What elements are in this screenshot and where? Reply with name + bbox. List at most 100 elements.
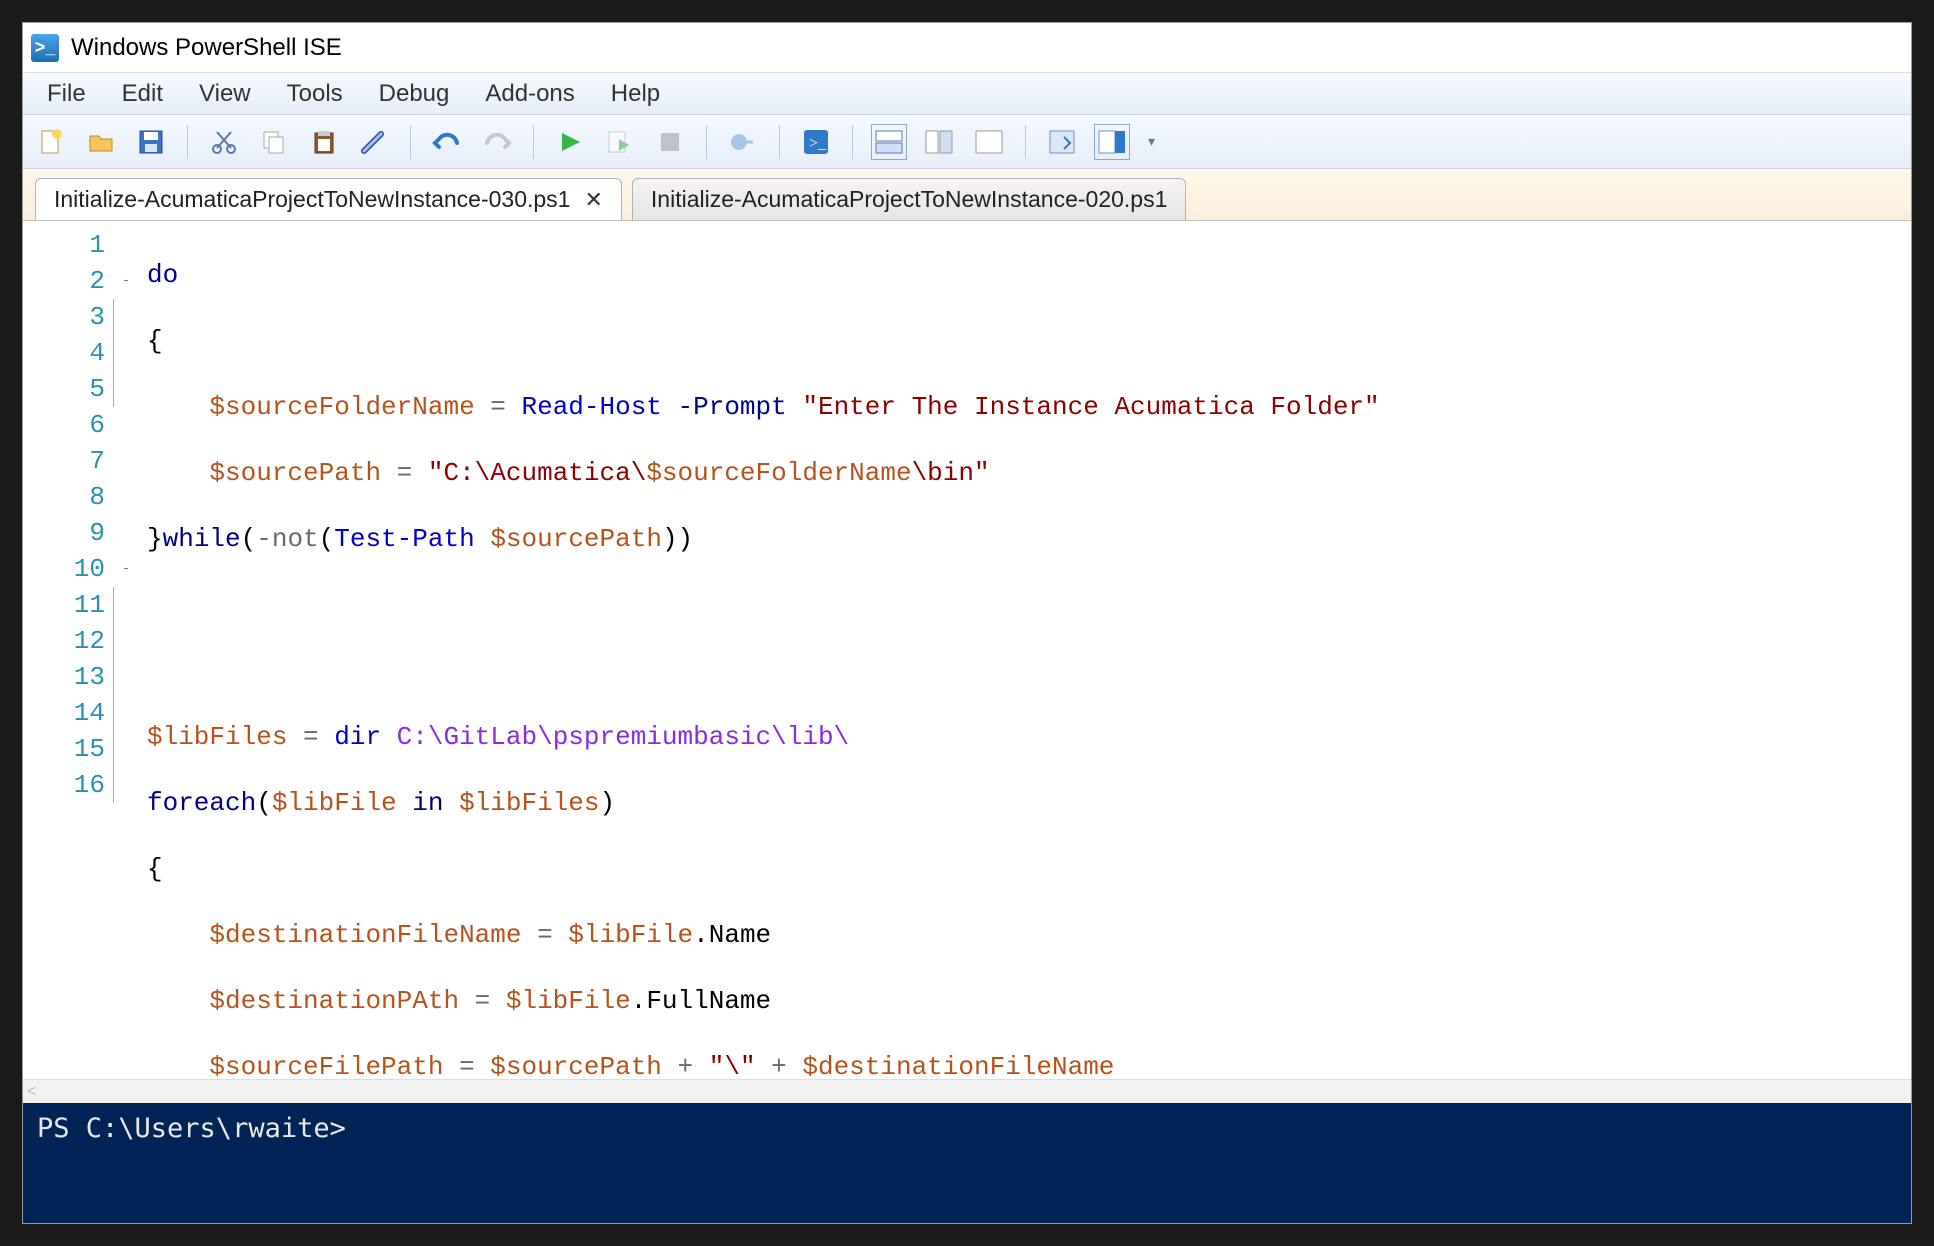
line-number: 14	[23, 695, 105, 731]
horizontal-scrollbar[interactable]: <	[23, 1079, 1911, 1103]
code-token: {	[147, 326, 163, 356]
menu-file[interactable]: File	[33, 76, 100, 112]
toolbar: >_ ▾	[23, 115, 1911, 169]
tab-inactive-label: Initialize-AcumaticaProjectToNewInstance…	[651, 186, 1167, 213]
code-token: $sourcePath	[209, 458, 381, 488]
ise-window: >_ Windows PowerShell ISE File Edit View…	[22, 22, 1912, 1224]
menu-debug[interactable]: Debug	[365, 76, 464, 112]
undo-icon[interactable]	[429, 124, 465, 160]
stop-icon[interactable]	[652, 124, 688, 160]
code-token: Read-Host	[521, 392, 661, 422]
paste-icon[interactable]	[306, 124, 342, 160]
line-number: 16	[23, 767, 105, 803]
fold-column: - -	[113, 221, 139, 1079]
code-token: $destinationPAth	[209, 986, 459, 1016]
line-number: 8	[23, 479, 105, 515]
code-token: (	[319, 524, 335, 554]
powershell-remote-icon[interactable]: >_	[798, 124, 834, 160]
breakpoint-icon[interactable]	[725, 124, 761, 160]
layout-split-icon[interactable]	[871, 124, 907, 160]
code-token: $sourceFolderName	[209, 392, 474, 422]
script-editor[interactable]: 1 2 3 4 5 6 7 8 9 10 11 12 13 14 15 16 -…	[23, 221, 1911, 1079]
line-number: 12	[23, 623, 105, 659]
code-token: =	[475, 392, 522, 422]
line-number: 9	[23, 515, 105, 551]
tab-strip: Initialize-AcumaticaProjectToNewInstance…	[23, 169, 1911, 221]
code-token: Name	[709, 920, 771, 950]
new-file-icon[interactable]	[33, 124, 69, 160]
console-prompt: PS C:\Users\rwaite>	[37, 1113, 346, 1144]
redo-icon[interactable]	[479, 124, 515, 160]
code-token: do	[147, 260, 178, 290]
toolbar-overflow-icon[interactable]: ▾	[1148, 133, 1155, 150]
line-gutter: 1 2 3 4 5 6 7 8 9 10 11 12 13 14 15 16	[23, 221, 113, 1079]
save-icon[interactable]	[133, 124, 169, 160]
code-token: $destinationFileName	[209, 920, 521, 950]
code-token: =	[521, 920, 568, 950]
layout-side-icon[interactable]	[921, 124, 957, 160]
code-token: "Enter The Instance Acumatica Folder"	[802, 392, 1379, 422]
open-folder-icon[interactable]	[83, 124, 119, 160]
code-token: in	[397, 788, 459, 818]
code-token: foreach	[147, 788, 256, 818]
tab-inactive[interactable]: Initialize-AcumaticaProjectToNewInstance…	[632, 178, 1186, 220]
code-token: $libFiles	[147, 722, 287, 752]
code-token: -Prompt	[662, 392, 802, 422]
code-token: .	[631, 986, 647, 1016]
menu-help[interactable]: Help	[597, 76, 674, 112]
code-token: $sourcePath	[490, 524, 662, 554]
code-token: FullName	[646, 986, 771, 1016]
code-token: $destinationFileName	[802, 1052, 1114, 1079]
cut-icon[interactable]	[206, 124, 242, 160]
code-token: $libFiles	[459, 788, 599, 818]
line-number: 11	[23, 587, 105, 623]
tab-close-icon[interactable]: ✕	[584, 187, 602, 213]
menu-tools[interactable]: Tools	[273, 76, 357, 112]
console-pane[interactable]: PS C:\Users\rwaite>	[23, 1103, 1911, 1223]
menu-bar: File Edit View Tools Debug Add-ons Help	[23, 73, 1911, 115]
layout-console-icon[interactable]	[971, 124, 1007, 160]
code-token: C:\GitLab\pspremiumbasic\lib\	[397, 722, 849, 752]
toolbar-separator	[706, 125, 707, 159]
show-command-icon[interactable]	[1044, 124, 1080, 160]
powershell-app-icon: >_	[31, 34, 59, 62]
code-token: (	[256, 788, 272, 818]
toolbar-separator	[533, 125, 534, 159]
toolbar-separator	[852, 125, 853, 159]
code-token: "\"	[709, 1052, 756, 1079]
run-selection-icon[interactable]	[602, 124, 638, 160]
line-number: 10	[23, 551, 105, 587]
title-bar: >_ Windows PowerShell ISE	[23, 23, 1911, 73]
command-addon-icon[interactable]	[1094, 124, 1130, 160]
code-token: \bin"	[912, 458, 990, 488]
code-token: =	[459, 986, 506, 1016]
copy-icon[interactable]	[256, 124, 292, 160]
code-area[interactable]: do { $sourceFolderName = Read-Host -Prom…	[139, 221, 1911, 1079]
fold-toggle-icon[interactable]: -	[122, 273, 130, 289]
code-token: $libFile	[272, 788, 397, 818]
toolbar-separator	[187, 125, 188, 159]
menu-edit[interactable]: Edit	[108, 76, 177, 112]
code-token	[381, 722, 397, 752]
menu-view[interactable]: View	[185, 76, 265, 112]
code-token: $sourceFilePath	[209, 1052, 443, 1079]
code-token: -not	[256, 524, 318, 554]
line-number: 5	[23, 371, 105, 407]
code-token: dir	[334, 722, 381, 752]
code-token: while	[163, 524, 241, 554]
code-token: (	[241, 524, 257, 554]
code-token: +	[756, 1052, 803, 1079]
clear-icon[interactable]	[356, 124, 392, 160]
line-number: 3	[23, 299, 105, 335]
fold-toggle-icon[interactable]: -	[122, 561, 130, 577]
line-number: 15	[23, 731, 105, 767]
code-token: $sourcePath	[490, 1052, 662, 1079]
code-token: Test-Path	[334, 524, 474, 554]
toolbar-separator	[1025, 125, 1026, 159]
window-title: Windows PowerShell ISE	[71, 34, 342, 62]
code-token: .	[693, 920, 709, 950]
tab-active[interactable]: Initialize-AcumaticaProjectToNewInstance…	[35, 178, 622, 220]
line-number: 2	[23, 263, 105, 299]
menu-addons[interactable]: Add-ons	[471, 76, 588, 112]
run-icon[interactable]	[552, 124, 588, 160]
